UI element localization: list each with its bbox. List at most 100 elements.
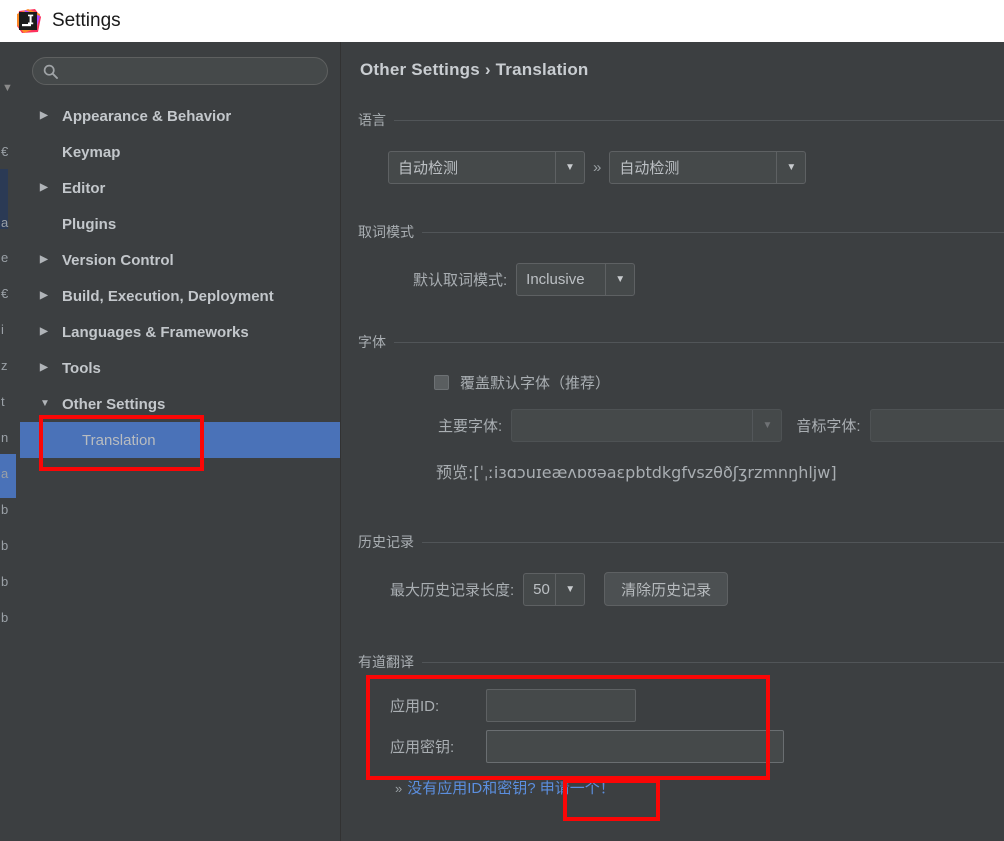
target-language-select[interactable]: 自动检测 ▼: [609, 151, 807, 184]
chevron-right-icon[interactable]: ▶: [40, 255, 56, 265]
sidebar-item-label: Plugins: [62, 215, 117, 233]
sidebar-item-version-control[interactable]: ▶ Version Control: [20, 242, 340, 278]
chevron-right-icon[interactable]: ▶: [40, 291, 56, 301]
chevron-right-icon[interactable]: ▶: [40, 111, 56, 121]
group-divider: [394, 341, 1004, 343]
history-group-title-text: 历史记录: [358, 534, 414, 550]
clear-history-button[interactable]: 清除历史记录: [604, 572, 729, 606]
chevron-down-icon[interactable]: ▼: [776, 152, 805, 183]
settings-tree: ▶ Appearance & Behavior ▶ Keymap ▶ Edito…: [20, 98, 340, 458]
settings-sidebar: ▶ Appearance & Behavior ▶ Keymap ▶ Edito…: [20, 42, 341, 841]
chevron-right-icon[interactable]: ▶: [40, 183, 56, 193]
background-text-fragment: b: [1, 538, 9, 553]
sidebar-item-label: Other Settings: [62, 395, 166, 413]
override-default-font-label: 覆盖默认字体（推荐）: [460, 375, 611, 392]
background-text-fragment: n: [1, 430, 9, 445]
search-icon: [43, 64, 58, 79]
target-language-value: 自动检测: [619, 160, 680, 177]
language-direction-separator: »: [593, 159, 602, 176]
font-group-title-text: 字体: [358, 334, 386, 350]
app-id-input[interactable]: [486, 689, 636, 722]
chevron-down-icon[interactable]: ▼: [555, 152, 584, 183]
phonetic-font-value: [871, 410, 1004, 441]
history-length-select[interactable]: 50 ▼: [523, 572, 586, 606]
window-titlebar: Settings: [0, 0, 1004, 42]
override-default-font-row[interactable]: 覆盖默认字体（推荐）: [434, 372, 1004, 393]
background-text-fragment: b: [1, 610, 9, 625]
sidebar-item-label: Languages & Frameworks: [62, 323, 249, 341]
apply-link-action: 申请一个！: [539, 780, 615, 797]
chevron-right-icon[interactable]: ▶: [40, 327, 56, 337]
app-secret-label: 应用密钥:: [390, 739, 455, 756]
source-language-select[interactable]: 自动检测 ▼: [388, 151, 585, 184]
sidebar-item-appearance-behavior[interactable]: ▶ Appearance & Behavior: [20, 98, 340, 134]
font-group-title: 字体: [358, 332, 1004, 352]
override-default-font-checkbox[interactable]: [434, 375, 449, 390]
group-divider: [422, 541, 1004, 543]
sidebar-item-other-settings[interactable]: ▼ Other Settings: [20, 386, 340, 422]
double-chevron-icon: »: [395, 781, 403, 796]
language-group-title-text: 语言: [358, 112, 386, 128]
primary-font-select[interactable]: ▼: [511, 409, 783, 442]
app-id-row: 应用ID:: [390, 689, 1004, 722]
app-secret-input[interactable]: [486, 730, 784, 763]
sidebar-item-plugins[interactable]: ▶ Plugins: [20, 206, 340, 242]
source-language-value: 自动检测: [398, 160, 459, 177]
app-id-label: 应用ID:: [390, 698, 440, 715]
sidebar-item-translation[interactable]: ▶ Translation: [20, 422, 340, 458]
youdao-group: 有道翻译 应用ID: 应用密钥: » 没有应用ID和密钥? 申请一个！: [358, 652, 1004, 798]
sidebar-item-label: Build, Execution, Deployment: [62, 287, 274, 305]
sidebar-item-label: Version Control: [62, 251, 174, 269]
font-preview-row: 预览:[ˈˌːiɜɑɔuɪeæʌɒʊəaɛpbtdkgfvszθðʃʒrzmnŋ…: [436, 459, 1004, 483]
chevron-down-icon[interactable]: ▼: [555, 573, 584, 605]
phonetic-font-select[interactable]: [869, 409, 1004, 442]
background-text-fragment: €: [1, 286, 9, 301]
chevron-down-icon[interactable]: ▼: [752, 410, 781, 441]
phonetic-font-label: 音标字体:: [796, 418, 861, 435]
sidebar-item-label: Keymap: [62, 143, 121, 161]
settings-dialog: ▶ Appearance & Behavior ▶ Keymap ▶ Edito…: [20, 42, 1004, 841]
sidebar-item-tools[interactable]: ▶ Tools: [20, 350, 340, 386]
intellij-idea-icon: [16, 8, 42, 34]
youdao-group-title: 有道翻译: [358, 652, 1004, 672]
app-secret-row: 应用密钥:: [390, 730, 1004, 763]
background-text-fragment: e: [1, 250, 9, 265]
history-group: 历史记录 最大历史记录长度: 50 ▼ 清除历史记录: [358, 532, 1004, 606]
language-group: 语言 自动检测 ▼ » 自动检测 ▼: [358, 110, 1004, 184]
history-length-value: 50: [533, 580, 550, 598]
search-input[interactable]: [58, 62, 327, 80]
word-mode-group-title: 取词模式: [358, 222, 1004, 242]
apply-credentials-link[interactable]: » 没有应用ID和密钥? 申请一个！: [395, 777, 615, 798]
background-text-fragment: z: [1, 358, 8, 373]
youdao-group-title-text: 有道翻译: [358, 654, 414, 670]
word-mode-select[interactable]: Inclusive ▼: [516, 263, 636, 296]
primary-font-value: [512, 410, 752, 441]
chevron-down-icon[interactable]: ▼: [605, 264, 634, 295]
sidebar-item-build-execution-deployment[interactable]: ▶ Build, Execution, Deployment: [20, 278, 340, 314]
sidebar-item-label: Translation: [82, 431, 156, 449]
chevron-right-icon[interactable]: ▶: [40, 363, 56, 373]
sidebar-item-keymap[interactable]: ▶ Keymap: [20, 134, 340, 170]
history-row: 最大历史记录长度: 50 ▼ 清除历史记录: [390, 572, 1004, 606]
word-mode-row: 默认取词模式: Inclusive ▼: [413, 263, 1004, 296]
word-mode-value: Inclusive: [526, 271, 585, 288]
background-text-fragment: b: [1, 502, 9, 517]
sidebar-item-label: Tools: [62, 359, 101, 377]
sidebar-item-label: Editor: [62, 179, 106, 197]
background-text-fragment: a: [1, 215, 9, 230]
background-text-fragment: i: [1, 322, 4, 337]
sidebar-item-languages-frameworks[interactable]: ▶ Languages & Frameworks: [20, 314, 340, 350]
chevron-down-icon[interactable]: ▼: [40, 399, 56, 409]
language-group-title: 语言: [358, 110, 1004, 130]
sidebar-item-editor[interactable]: ▶ Editor: [20, 170, 340, 206]
font-group: 字体 覆盖默认字体（推荐） 主要字体: ▼ 音标字体: 预览:[ˈˌːiɜɑɔu…: [358, 332, 1004, 483]
search-box[interactable]: [32, 57, 328, 85]
window-title: Settings: [52, 10, 121, 31]
word-mode-label: 默认取词模式:: [413, 272, 508, 289]
group-divider: [394, 119, 1004, 121]
group-divider: [422, 231, 1004, 233]
sidebar-item-label: Appearance & Behavior: [62, 107, 232, 125]
background-text-fragment: €: [1, 144, 9, 159]
breadcrumb: Other Settings › Translation: [360, 60, 589, 79]
font-selection-row: 主要字体: ▼ 音标字体:: [438, 409, 1004, 442]
